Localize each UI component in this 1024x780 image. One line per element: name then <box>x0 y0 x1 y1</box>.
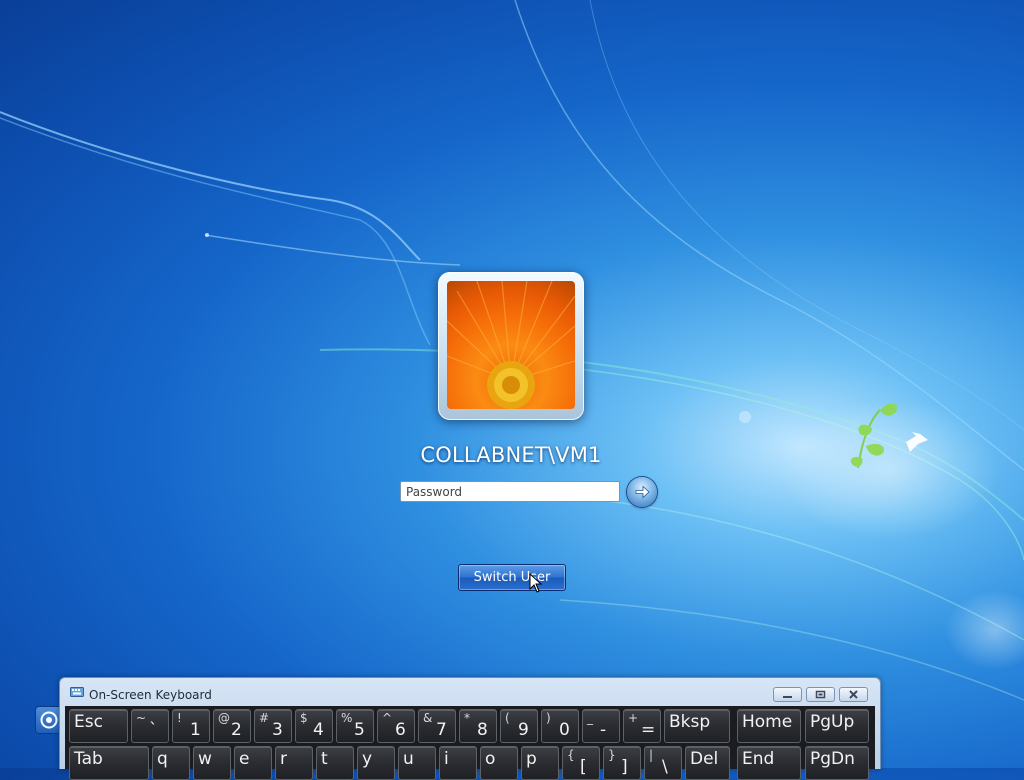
key-8[interactable]: * 8 <box>459 709 497 743</box>
key-9[interactable]: (9 <box>500 709 538 743</box>
arrow-right-icon <box>635 485 650 499</box>
close-button[interactable] <box>839 687 868 702</box>
key-i[interactable]: i <box>439 746 477 780</box>
key-w[interactable]: w <box>193 746 231 780</box>
user-name: COLLABNET\VM1 <box>420 443 602 467</box>
key-o[interactable]: o <box>480 746 518 780</box>
on-screen-keyboard-window[interactable]: On-Screen Keyboard Esc ~ ` ! 1 @2 #3 $4 % 5… <box>59 677 881 780</box>
key-q[interactable]: q <box>152 746 190 780</box>
user-tile[interactable] <box>438 272 584 420</box>
key-7[interactable]: & 7 <box>418 709 456 743</box>
key-r[interactable]: r <box>275 746 313 780</box>
key-3[interactable]: #3 <box>254 709 292 743</box>
key-2[interactable]: @2 <box>213 709 251 743</box>
key-4[interactable]: $4 <box>295 709 333 743</box>
key-close-bracket[interactable]: }] <box>603 746 641 780</box>
minimize-button[interactable] <box>773 687 802 702</box>
key-pgup[interactable]: PgUp <box>805 709 869 743</box>
ease-of-access-icon <box>40 711 58 729</box>
key-esc[interactable]: Esc <box>69 709 128 743</box>
key-tab[interactable]: Tab <box>69 746 149 780</box>
mouse-cursor-icon <box>529 573 543 593</box>
osk-titlebar[interactable]: On-Screen Keyboard <box>60 678 880 706</box>
keyboard-keys: Esc ~ ` ! 1 @2 #3 $4 % 5 ^ 6 & 7 * 8 (9 ) 0 _ - … <box>65 706 875 780</box>
key-pgdn[interactable]: PgDn <box>805 746 869 780</box>
key-backtick[interactable]: ~ ` <box>131 709 169 743</box>
user-avatar <box>447 281 575 409</box>
key-y[interactable]: y <box>357 746 395 780</box>
key-home[interactable]: Home <box>737 709 801 743</box>
close-icon <box>849 690 858 699</box>
key-equals[interactable]: + = <box>623 709 661 743</box>
password-input[interactable] <box>400 481 620 502</box>
key-6[interactable]: ^ 6 <box>377 709 415 743</box>
key-0[interactable]: ) 0 <box>541 709 579 743</box>
key-t[interactable]: t <box>316 746 354 780</box>
submit-button[interactable] <box>627 477 657 507</box>
key-1[interactable]: ! 1 <box>172 709 210 743</box>
key-p[interactable]: p <box>521 746 559 780</box>
key-end[interactable]: End <box>737 746 801 780</box>
switch-user-button[interactable]: Switch User <box>458 564 566 591</box>
minimize-icon <box>783 696 792 698</box>
restore-icon <box>815 690 826 699</box>
key-e[interactable]: e <box>234 746 272 780</box>
key-u[interactable]: u <box>398 746 436 780</box>
osk-title: On-Screen Keyboard <box>89 688 212 702</box>
key-backslash[interactable]: | \ <box>644 746 682 780</box>
key-del[interactable]: Del <box>685 746 730 780</box>
flower-picture <box>447 281 575 409</box>
key-open-bracket[interactable]: {[ <box>562 746 600 780</box>
key-5[interactable]: % 5 <box>336 709 374 743</box>
restore-button[interactable] <box>806 687 835 702</box>
key-backspace[interactable]: Bksp <box>664 709 730 743</box>
key-minus[interactable]: _ - <box>582 709 620 743</box>
keyboard-icon <box>70 687 84 697</box>
